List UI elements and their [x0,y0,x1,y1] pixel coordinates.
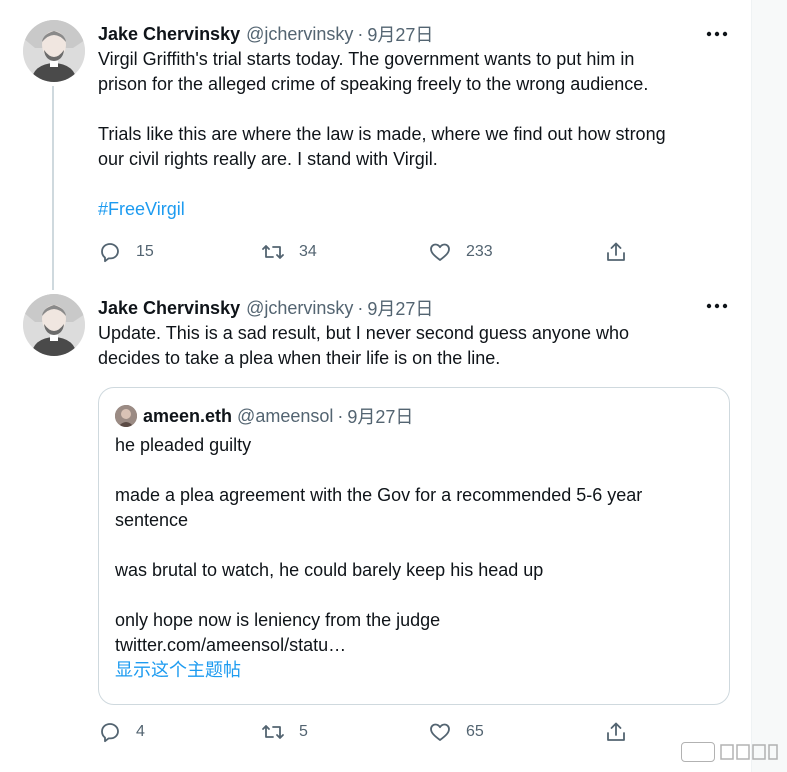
like-count: 65 [466,723,484,740]
tweet[interactable]: Jake Chervinsky @jchervinsky · 9月27日 Upd… [0,290,752,772]
retweet-count: 34 [299,243,317,260]
quoted-paragraph: he pleaded guilty [115,435,252,455]
like-button[interactable]: 233 [428,240,493,264]
tweet-text: Virgil Griffith's trial starts today. Th… [98,47,738,222]
quoted-tweet-header: ameen.eth @ameensol · 9月27日 [115,404,413,428]
tweet-paragraph: Virgil Griffith's trial starts today. Th… [98,49,649,94]
tweet-actions: 4 5 65 [98,720,638,744]
author-handle[interactable]: @jchervinsky [246,298,353,319]
quoted-paragraph: only hope now is leniency from the judge… [115,610,441,655]
quoted-tweet[interactable]: ameen.eth @ameensol · 9月27日 he pleaded g… [98,387,730,705]
quoted-paragraph: made a plea agreement with the Gov for a… [115,485,643,530]
reply-icon [101,243,119,263]
avatar[interactable] [23,20,85,82]
share-button[interactable] [604,720,628,744]
timeline: Jake Chervinsky @jchervinsky · 9月27日 Vir… [0,0,752,772]
reply-button[interactable]: 4 [98,720,145,744]
author-handle[interactable]: @jchervinsky [246,24,353,45]
tweet-header: Jake Chervinsky @jchervinsky · 9月27日 [98,22,433,46]
tweet-text: Update. This is a sad result, but I neve… [98,321,738,371]
watermark-glyphs [720,744,778,760]
retweet-button[interactable]: 34 [261,240,317,264]
quoted-author-name[interactable]: ameen.eth [143,406,232,427]
tweet-paragraph: Trials like this are where the law is ma… [98,124,666,169]
like-icon [430,243,450,261]
tweet-actions: 15 34 233 [98,240,638,264]
show-thread-link[interactable]: 显示这个主题帖 [115,658,715,683]
retweet-icon [262,725,284,739]
reply-icon [101,723,119,743]
quoted-tweet-date[interactable]: 9月27日 [347,403,413,429]
hashtag-link[interactable]: #FreeVirgil [98,197,738,222]
retweet-count: 5 [299,723,308,740]
separator: · [357,23,364,44]
share-icon [607,722,625,741]
quoted-paragraph: was brutal to watch, he could barely kee… [115,560,544,580]
tweet[interactable]: Jake Chervinsky @jchervinsky · 9月27日 Vir… [0,0,752,290]
tweet-date[interactable]: 9月27日 [367,21,433,47]
watermark-logo [681,742,779,762]
like-icon [430,723,450,741]
like-count: 233 [466,243,493,260]
like-button[interactable]: 65 [428,720,484,744]
reply-count: 4 [136,723,145,740]
separator: · [337,405,344,426]
tweet-date[interactable]: 9月27日 [367,295,433,321]
avatar[interactable] [23,294,85,356]
author-name[interactable]: Jake Chervinsky [98,298,240,319]
more-icon[interactable] [704,24,730,44]
more-icon[interactable] [704,296,730,316]
tweet-paragraph: Update. This is a sad result, but I neve… [98,323,629,368]
share-button[interactable] [604,240,628,264]
tweet-header: Jake Chervinsky @jchervinsky · 9月27日 [98,296,433,320]
quoted-tweet-text: he pleaded guilty made a plea agreement … [115,433,715,683]
avatar[interactable] [115,405,137,427]
share-icon [607,242,625,261]
retweet-button[interactable]: 5 [261,720,308,744]
watermark-mark [681,742,715,762]
retweet-icon [262,245,284,259]
author-name[interactable]: Jake Chervinsky [98,24,240,45]
quoted-author-handle[interactable]: @ameensol [237,406,333,427]
reply-button[interactable]: 15 [98,240,154,264]
reply-count: 15 [136,243,154,260]
separator: · [357,297,364,318]
